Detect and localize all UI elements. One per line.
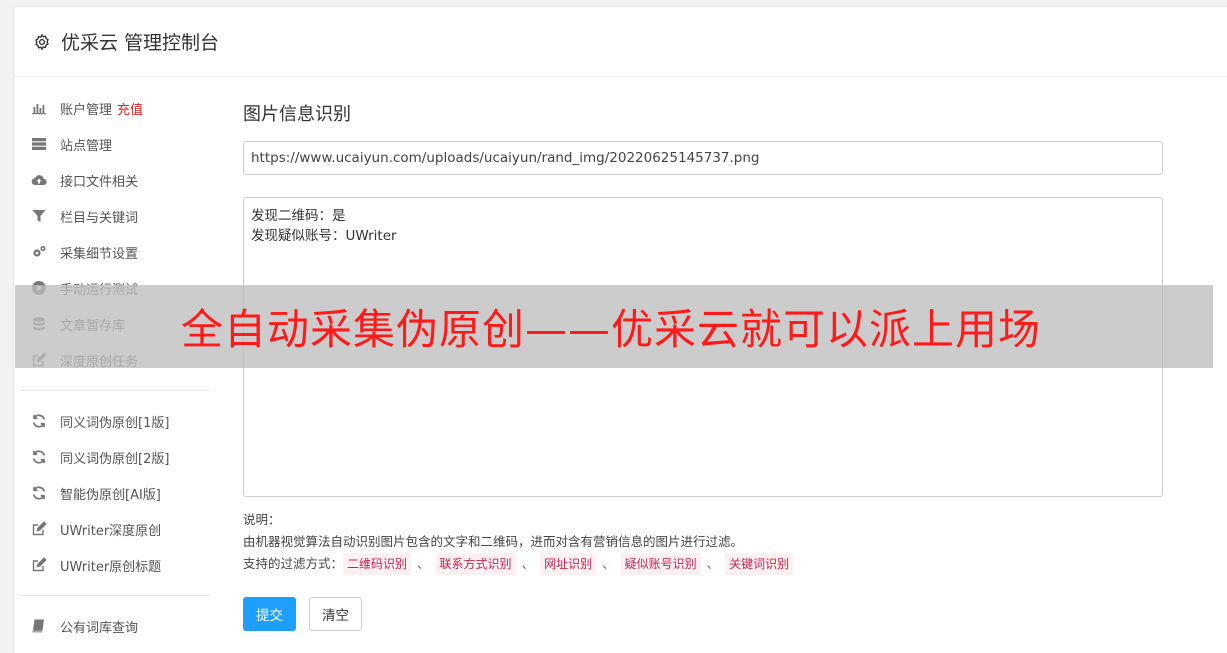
tag-separator: 、 <box>521 556 535 571</box>
clear-button[interactable]: 清空 <box>309 597 362 631</box>
server-icon <box>30 135 48 153</box>
sidebar-item[interactable]: 站点管理 <box>20 126 210 162</box>
filter-methods-label: 支持的过滤方式： <box>243 556 344 571</box>
refresh-icon <box>30 412 48 430</box>
tag-separator: 、 <box>706 556 720 571</box>
recharge-link[interactable]: 充值 <box>117 99 143 118</box>
page-title: 图片信息识别 <box>243 104 351 125</box>
submit-button[interactable]: 提交 <box>243 597 296 631</box>
gear-icon <box>33 33 51 51</box>
tag-separator: 、 <box>602 556 615 571</box>
gears-icon <box>30 243 48 261</box>
edit-icon <box>30 520 48 538</box>
filter-tag: 关键词识别 <box>725 553 794 575</box>
sidebar-item-label: 智能伪原创[AI版] <box>60 487 161 503</box>
sidebar-item[interactable]: 接口文件相关 <box>20 162 210 198</box>
image-url-input[interactable] <box>243 141 1163 175</box>
sidebar-item-label: UWriter原创标题 <box>60 559 162 575</box>
filter-tag: 网址识别 <box>540 553 597 575</box>
sidebar-item[interactable]: UWriter原创标题 <box>20 547 210 583</box>
description-label: 说明： <box>243 512 281 527</box>
bar-chart-icon <box>30 99 48 117</box>
sidebar-item-label: 同义词伪原创[2版] <box>60 451 170 467</box>
filter-icon <box>30 207 48 225</box>
sidebar-item-label: 站点管理 <box>60 138 113 154</box>
sidebar-item[interactable]: UWriter深度原创 <box>20 511 210 547</box>
sidebar-item[interactable]: 同义词伪原创[2版] <box>20 439 210 475</box>
sidebar-item[interactable]: 智能伪原创[AI版] <box>20 475 210 511</box>
sidebar-item[interactable]: 栏目与关键词 <box>20 198 210 234</box>
sidebar-item-label: 账户管理 <box>60 102 113 118</box>
sidebar-item-label: 栏目与关键词 <box>60 210 139 226</box>
sidebar-divider <box>20 390 210 391</box>
book-icon <box>30 617 48 635</box>
sidebar-item-label: 公有词库查询 <box>60 620 139 636</box>
sidebar-item[interactable]: 账户管理 充值 <box>20 90 210 126</box>
cloud-upload-icon <box>30 171 48 189</box>
refresh-icon <box>30 484 48 502</box>
header: 优采云 管理控制台 <box>14 7 1227 77</box>
tag-separator: 、 <box>417 556 430 571</box>
sidebar-item-label: UWriter深度原创 <box>60 523 162 539</box>
sidebar-divider <box>20 595 210 596</box>
sidebar-item[interactable]: 同义词伪原创[1版] <box>20 403 210 439</box>
sidebar-item-label: 接口文件相关 <box>60 174 139 190</box>
sidebar-item-label: 同义词伪原创[1版] <box>60 415 170 431</box>
overlay-banner: 全自动采集伪原创——优采云就可以派上用场 <box>15 285 1213 368</box>
page-header-title: 优采云 管理控制台 <box>61 32 220 54</box>
sidebar-item[interactable]: 公有词库查询 <box>20 608 210 644</box>
sidebar-item-label: 采集细节设置 <box>60 246 139 262</box>
form-buttons: 提交 清空 <box>243 597 1163 631</box>
description: 说明： 由机器视觉算法自动识别图片包含的文字和二维码，进而对含有营销信息的图片进… <box>243 509 1163 575</box>
refresh-icon <box>30 448 48 466</box>
filter-methods: 支持的过滤方式： 二维码识别、联系方式识别、网址识别、疑似账号识别、关键词识别 <box>243 553 1163 575</box>
sidebar-item[interactable]: 采集细节设置 <box>20 234 210 270</box>
filter-tag: 疑似账号识别 <box>620 553 701 575</box>
edit-icon <box>30 556 48 574</box>
overlay-banner-text: 全自动采集伪原创——优采云就可以派上用场 <box>181 305 1042 354</box>
description-text: 由机器视觉算法自动识别图片包含的文字和二维码，进而对含有营销信息的图片进行过滤。 <box>243 534 744 549</box>
filter-tag: 二维码识别 <box>343 553 412 575</box>
filter-tag: 联系方式识别 <box>435 553 516 575</box>
